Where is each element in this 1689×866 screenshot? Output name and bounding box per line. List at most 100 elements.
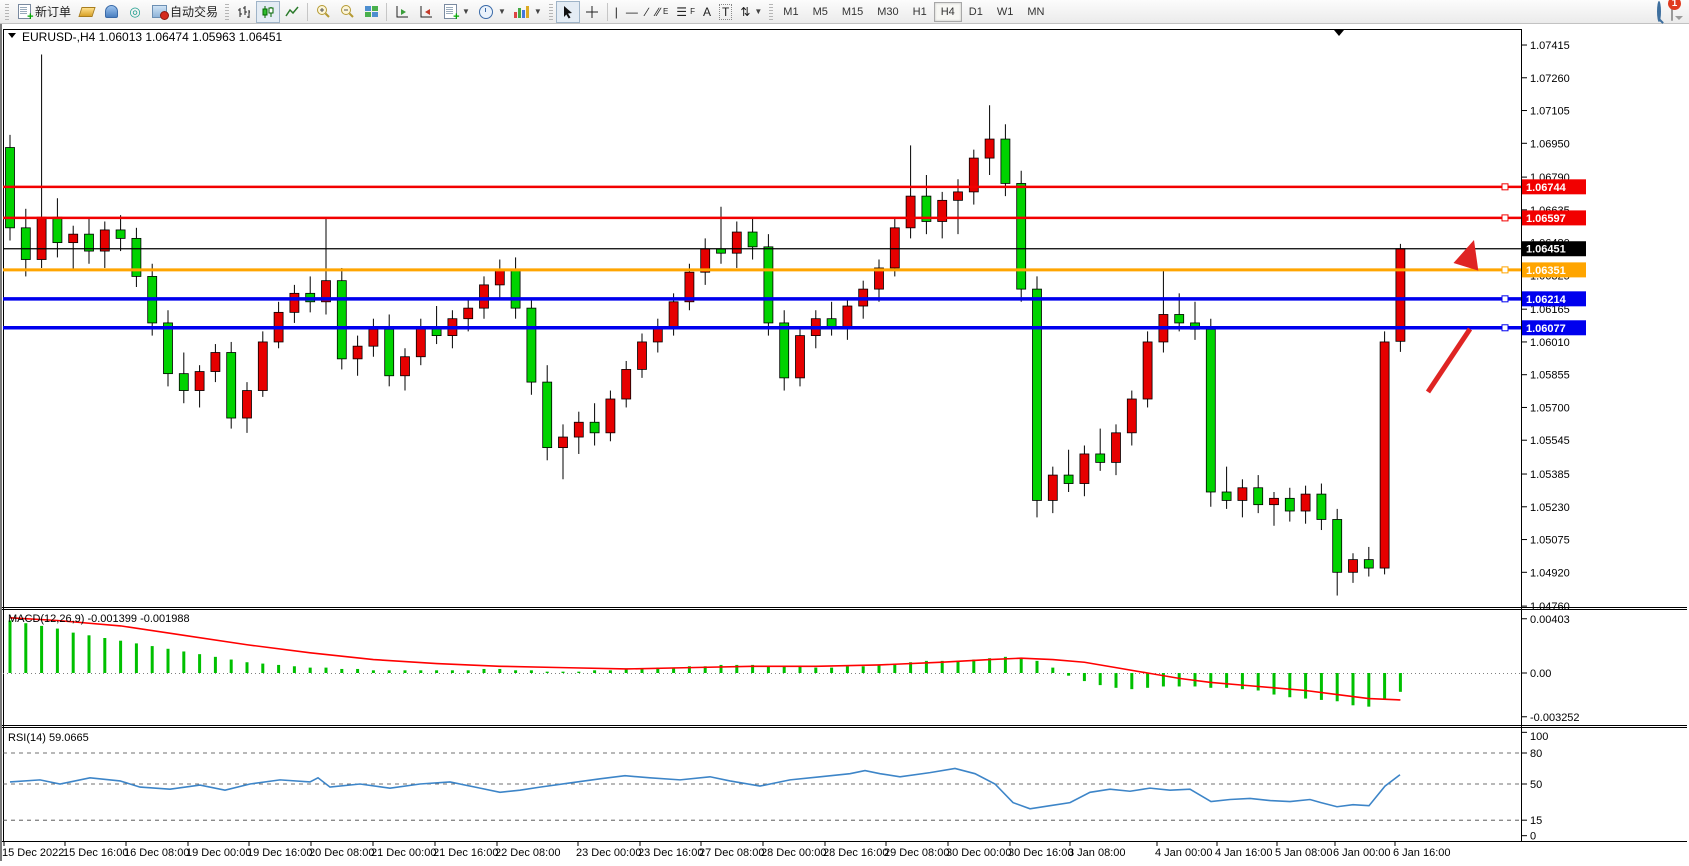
indicators-dropdown[interactable]: ▼ [510,1,546,23]
tab-h1[interactable]: H1 [906,2,934,22]
line-handle[interactable] [1502,296,1508,302]
candle [938,192,947,238]
candle [385,314,394,386]
candle [764,234,773,335]
candle [195,365,204,407]
candle [1206,319,1215,507]
candle [337,268,346,369]
candle [432,306,441,344]
candlestick-chart-button[interactable] [256,1,280,23]
text-tool[interactable]: A [699,1,715,23]
candle [1285,488,1294,522]
toolbar: + 新订单 ◎ 自动交易 +▼ ▼ ▼ | — ∕ ∕∕E ☰F A T ⇅▼ … [0,0,1689,24]
chart-shift-icon [418,4,434,20]
price-tag-label: 1.06351 [1526,265,1566,277]
chart-menu-triangle-icon[interactable] [8,33,16,38]
candle [116,215,125,251]
price-axis-label: 1.05230 [1530,502,1570,514]
line-handle[interactable] [1502,184,1508,190]
auto-trading-button[interactable]: 自动交易 [147,1,222,23]
toolbar-grip[interactable] [225,4,229,20]
price-tag-label: 1.06077 [1526,323,1566,335]
chart-window[interactable]: 1.074151.072601.071051.069501.067901.066… [0,24,1689,861]
search-icon[interactable] [1657,3,1661,21]
price-axis-label: 1.04920 [1530,567,1570,579]
new-order-button[interactable]: + 新订单 [12,1,75,23]
line-handle[interactable] [1502,267,1508,273]
candle [969,150,978,205]
trend-arrow-annotation[interactable] [1428,240,1478,392]
signals-button[interactable]: ◎ [123,1,147,23]
text-label-icon: T [719,4,732,20]
fibonacci-tool[interactable]: ☰F [672,1,699,23]
candle [1301,486,1310,524]
text-label-tool[interactable]: T [715,1,736,23]
candle [1270,492,1279,526]
bar-chart-button[interactable] [232,1,256,23]
toolbar-grip[interactable] [5,4,9,20]
chevron-down-icon: ▼ [462,7,470,16]
arrow-objects-dropdown[interactable]: ⇅▼ [736,1,766,23]
community-button[interactable] [99,1,123,23]
toolbar-grip[interactable] [769,4,773,20]
tab-m1[interactable]: M1 [776,2,805,22]
candle [511,257,520,318]
horizontal-lines: 1.067441.065971.064511.063511.062141.060… [3,179,1586,335]
vertical-line-icon: | [615,5,618,19]
tab-d1[interactable]: D1 [962,2,990,22]
notifications-button[interactable]: 1 [1671,3,1673,21]
channel-icon: ∕∕ [656,5,660,19]
line-chart-button[interactable] [280,1,304,23]
candle [780,310,789,390]
candle [353,336,362,376]
candle [401,348,410,390]
line-handle[interactable] [1502,325,1508,331]
line-handle[interactable] [1502,215,1508,221]
horizontal-line-tool[interactable]: — [622,1,642,23]
time-axis-label: 23 Dec 00:00 [576,847,641,859]
toolbar-separator [386,3,387,21]
equidistant-channel-tool[interactable]: ∕∕E [652,1,672,23]
toolbar-grip[interactable] [549,4,553,20]
macd-label: MACD(12,26,9) -0.001399 -0.001988 [8,613,190,625]
fibonacci-icon: ☰ [676,5,687,19]
price-axis-label: 1.05545 [1530,435,1570,447]
vertical-line-tool[interactable]: | [611,1,622,23]
charts-profile-button[interactable] [75,1,99,23]
auto-scroll-button[interactable] [390,1,414,23]
cursor-tool-button[interactable] [556,1,580,23]
tab-w1[interactable]: W1 [990,2,1021,22]
candle [258,331,267,397]
candle [606,391,615,442]
candle [922,175,931,234]
periodicity-dropdown[interactable]: ▼ [474,1,510,23]
window-left-border [0,24,2,861]
time-axis-label: 21 Dec 16:00 [433,847,498,859]
indicators-icon [514,4,530,20]
tile-windows-button[interactable] [359,1,383,23]
tab-m5[interactable]: M5 [806,2,835,22]
rsi-axis-label: 0 [1530,831,1536,843]
new-chart-dropdown[interactable]: +▼ [438,1,474,23]
time-axis-label: 4 Jan 00:00 [1155,847,1213,859]
chart-shift-button[interactable] [414,1,438,23]
candle [875,260,884,302]
zoom-in-button[interactable] [311,1,335,23]
tab-m30[interactable]: M30 [870,2,905,22]
price-tag-label: 1.06597 [1526,213,1566,225]
price-chart[interactable]: 1.074151.072601.071051.069501.067901.066… [0,24,1689,861]
tab-h4[interactable]: H4 [934,2,962,22]
tab-mn[interactable]: MN [1020,2,1051,22]
tab-m15[interactable]: M15 [835,2,870,22]
time-axis-label: 6 Jan 16:00 [1393,847,1451,859]
candle [1238,479,1247,517]
zoom-out-button[interactable] [335,1,359,23]
chart-frame [2,29,1687,842]
price-axis-label: 1.07260 [1530,73,1570,85]
crosshair-tool-button[interactable] [580,1,604,23]
price-tag-label: 1.06744 [1526,182,1567,194]
candle [1222,467,1231,509]
chart-shift-marker-icon[interactable] [1334,30,1344,36]
auto-scroll-icon [394,4,410,20]
trendline-tool[interactable]: ∕ [642,1,652,23]
